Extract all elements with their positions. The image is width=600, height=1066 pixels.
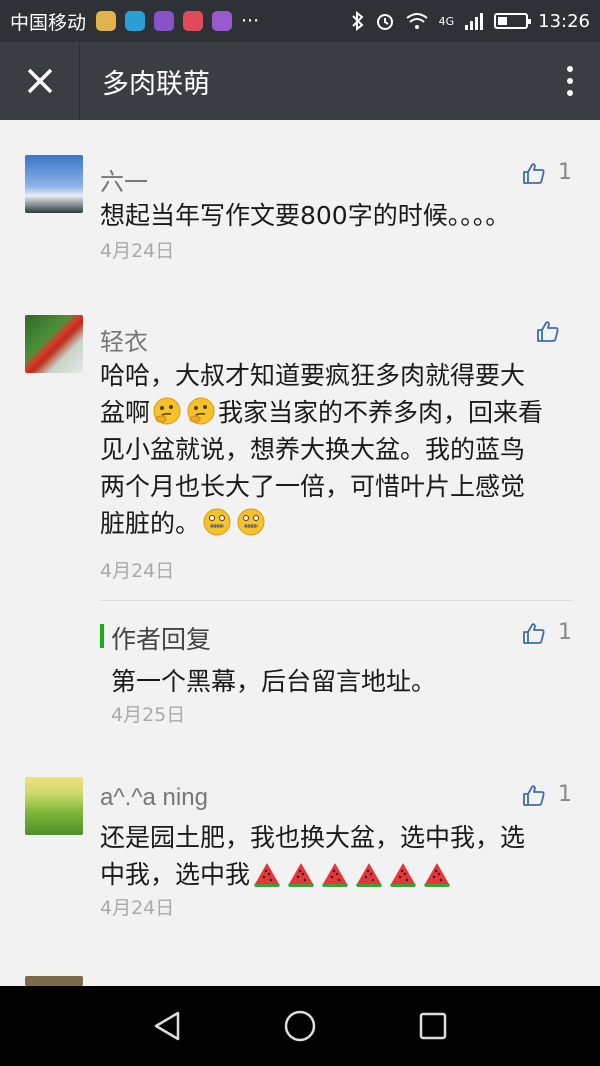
author-reply-date: 4月25日 — [111, 704, 186, 726]
zipper-mouth-face-emoji — [202, 507, 232, 537]
avatar[interactable] — [25, 777, 83, 835]
thinking-face-emoji — [152, 396, 182, 426]
avatar[interactable] — [25, 155, 83, 213]
like-count: 1 — [558, 620, 572, 645]
notification-app-icon — [212, 11, 233, 31]
close-button[interactable] — [0, 42, 80, 120]
like-button[interactable]: 1 — [522, 160, 572, 185]
watermelon-emoji — [422, 858, 452, 888]
comment-text: 还是园土肥，我也换大盆，选中我，选 中我，选中我 — [100, 819, 570, 893]
comment-text-line: 哈哈，大叔才知道要疯狂多肉就得要大 — [100, 361, 526, 390]
thumbs-up-icon — [522, 162, 546, 184]
comment-date: 4月24日 — [100, 897, 175, 919]
clock-label: 13:26 — [538, 10, 590, 32]
avatar[interactable] — [25, 976, 83, 986]
system-navigation-bar — [0, 986, 600, 1066]
back-triangle-icon — [154, 1011, 179, 1041]
back-button[interactable] — [142, 1001, 192, 1051]
comment-item: 轻衣 哈哈，大叔才知道要疯狂多肉就得要大 盆啊 我家当家的不养多肉，回来看 见小盆… — [0, 280, 600, 735]
comment-text: 想起当年写作文要800字的时候。。。。 — [100, 201, 511, 230]
comment-text-line: 还是园土肥，我也换大盆，选中我，选 — [100, 823, 526, 852]
comment-item: a^.^a ning 1 还是园土肥，我也换大盆，选中我，选 中我，选中我 4月… — [0, 735, 600, 935]
network-type-label: 4G — [438, 14, 455, 28]
author-reply-label: 作者回复 — [111, 625, 212, 654]
thinking-face-emoji — [186, 396, 216, 426]
comment-author[interactable]: 轻衣 — [100, 322, 148, 357]
reply-indicator-bar — [100, 624, 104, 648]
carrier-label: 中国移动 — [10, 11, 87, 34]
title-bar: 多肉联萌 — [0, 42, 600, 120]
signal-icon — [465, 13, 484, 30]
more-options-button[interactable] — [540, 42, 600, 120]
watermelon-emoji — [252, 858, 282, 888]
avatar[interactable] — [25, 315, 83, 373]
watermelon-emoji — [388, 858, 418, 888]
reply-divider — [100, 600, 573, 601]
home-circle-icon — [284, 1010, 316, 1042]
bluetooth-icon — [351, 11, 364, 31]
comment-author[interactable]: a^.^a ning — [100, 784, 208, 812]
comment-text-segment: 脏脏的。 — [100, 509, 201, 538]
watermelon-emoji — [354, 858, 384, 888]
comment-text-line: 中我，选中我 — [100, 856, 570, 893]
like-button[interactable]: 1 — [522, 782, 572, 807]
notification-app-icon — [183, 11, 204, 31]
recent-square-icon — [420, 1012, 447, 1040]
like-count: 1 — [558, 782, 572, 807]
notification-app-icon — [125, 11, 146, 31]
wifi-icon — [405, 13, 428, 29]
author-reply-text: 第一个黑幕，后台留言地址。 — [111, 667, 437, 696]
comment-text-segment: 我家当家的不养多肉，回来看 — [218, 398, 544, 427]
battery-icon — [494, 13, 532, 29]
comment-author[interactable]: 六一 — [100, 162, 148, 197]
home-button[interactable] — [275, 1001, 325, 1051]
more-vertical-icon — [567, 66, 573, 96]
comment-date: 4月24日 — [100, 240, 175, 262]
notification-app-icon — [154, 11, 175, 31]
comment-text-line: 见小盆就说，想养大换大盆。我的蓝鸟 — [100, 435, 526, 464]
notification-app-icon — [96, 11, 117, 31]
thumbs-up-icon — [522, 784, 546, 806]
comment-text-segment: 盆啊 — [100, 398, 151, 427]
comment-text: 哈哈，大叔才知道要疯狂多肉就得要大 盆啊 我家当家的不养多肉，回来看 见小盆就说，… — [100, 357, 570, 542]
watermelon-emoji — [286, 858, 316, 888]
watermelon-emoji — [320, 858, 350, 888]
thumbs-up-icon — [522, 622, 546, 644]
comment-date: 4月24日 — [100, 560, 175, 582]
comment-text-segment: 中我，选中我 — [100, 860, 251, 889]
comment-text-line: 脏脏的。 — [100, 505, 570, 542]
like-count: 1 — [558, 160, 572, 185]
comment-text-line: 盆啊 我家当家的不养多肉，回来看 — [100, 394, 570, 431]
close-icon — [27, 68, 52, 94]
recent-apps-button[interactable] — [408, 1001, 458, 1051]
like-button[interactable] — [536, 320, 572, 342]
comment-list: 六一 1 想起当年写作文要800字的时候。。。。 4月24日 轻衣 哈哈，大叔才… — [0, 120, 600, 986]
more-notifications-icon: ··· — [241, 10, 260, 32]
page-title: 多肉联萌 — [102, 68, 210, 100]
comment-item: 六一 1 想起当年写作文要800字的时候。。。。 4月24日 — [0, 120, 600, 280]
status-bar: 中国移动 ··· 4G 13:26 — [0, 0, 600, 42]
comment-text-line: 两个月也长大了一倍，可惜叶片上感觉 — [100, 472, 526, 501]
alarm-icon — [376, 14, 393, 30]
zipper-mouth-face-emoji — [236, 507, 266, 537]
like-button[interactable]: 1 — [522, 620, 572, 645]
thumbs-up-icon — [536, 320, 560, 342]
